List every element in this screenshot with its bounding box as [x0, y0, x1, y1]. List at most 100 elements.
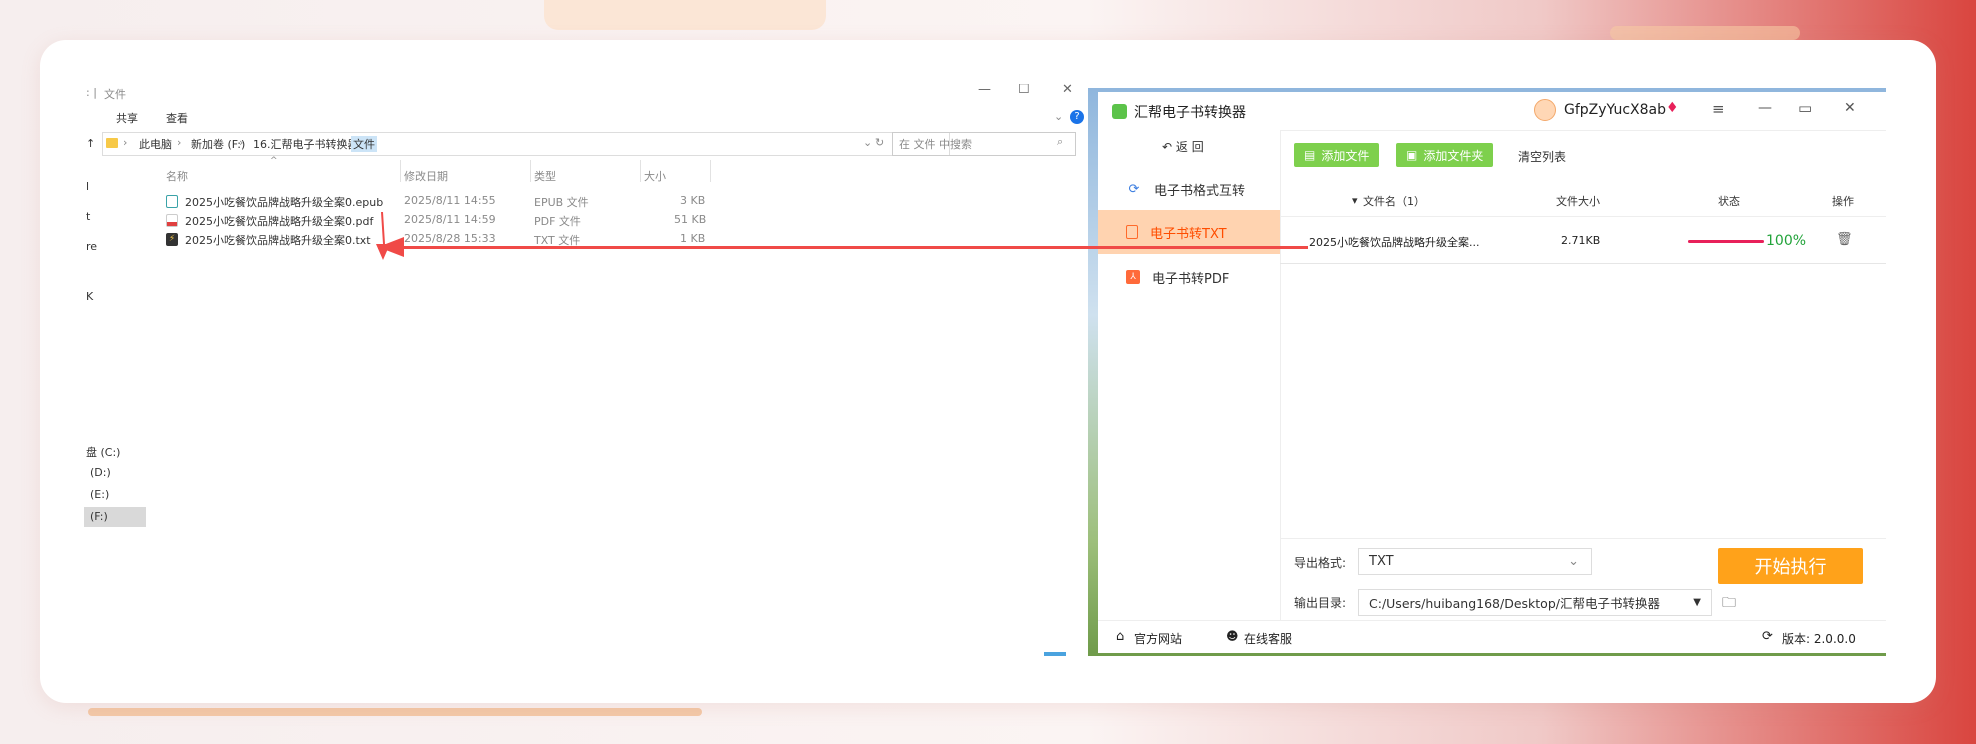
output-dir-label: 输出目录: — [1294, 596, 1347, 610]
decor-bottom — [88, 708, 702, 716]
sort-arrow-icon: ^ — [270, 156, 278, 166]
ribbon-view-tab[interactable]: 查看 — [166, 110, 188, 126]
row-filesize: 2.71KB — [1561, 234, 1601, 247]
app-footer: ⌂ 官方网站 ☻ 在线客服 ⟳ 版本: 2.0.0.0 — [1098, 620, 1886, 653]
file-name[interactable]: 2025小吃餐饮品牌战略升级全案0.epub — [185, 194, 383, 210]
close-icon[interactable]: ✕ — [1062, 84, 1073, 97]
sidebar-item-label: 电子书格式互转 — [1154, 183, 1246, 199]
file-size: 1 KB — [680, 232, 706, 245]
sidebar-item-format-convert[interactable]: ⟳ 电子书格式互转 — [1098, 167, 1280, 211]
folder-icon — [106, 138, 118, 148]
search-input[interactable]: 在 文件 中搜索 — [899, 136, 972, 152]
sort-down-icon[interactable]: ▾ — [1352, 194, 1358, 207]
help-icon[interactable]: ? — [1070, 110, 1084, 124]
column-size[interactable]: 大小 — [644, 168, 666, 184]
breadcrumb-sep-icon: › — [177, 136, 182, 149]
decor-top-right — [1610, 26, 1800, 40]
sidebar-item-label: 电子书转TXT — [1150, 226, 1227, 242]
vip-diamond-icon[interactable]: ♦ — [1666, 100, 1679, 116]
epub-file-icon — [166, 195, 178, 208]
clear-list-button[interactable]: 清空列表 — [1518, 148, 1566, 165]
refresh-icon[interactable]: ↻ — [875, 136, 884, 149]
ribbon-expand-icon[interactable]: ⌄ — [1054, 110, 1063, 123]
drive-d[interactable]: (D:) — [90, 466, 111, 479]
home-icon: ⌂ — [1116, 629, 1125, 644]
column-action: 操作 — [1832, 195, 1854, 208]
add-folder-label: 添加文件夹 — [1423, 148, 1484, 163]
column-divider — [640, 160, 641, 182]
progress-bar — [1688, 240, 1764, 243]
nav-pane-partial: t — [86, 210, 91, 223]
export-format-label: 导出格式: — [1294, 556, 1347, 570]
annotation-arrow-line — [378, 246, 1308, 249]
customer-service-icon: ☻ — [1226, 629, 1239, 643]
breadcrumb-item-folder[interactable]: 16.汇帮电子书转换器 — [253, 136, 359, 152]
column-divider — [400, 160, 401, 182]
column-date[interactable]: 修改日期 — [404, 168, 448, 184]
close-icon[interactable]: ✕ — [1844, 100, 1856, 116]
website-link[interactable]: 官方网站 — [1134, 630, 1182, 647]
update-icon[interactable]: ⟳ — [1762, 629, 1773, 644]
sidebar-item-label: 电子书转PDF — [1152, 271, 1230, 287]
annotation-arrow-head — [376, 211, 404, 260]
file-name[interactable]: 2025小吃餐饮品牌战略升级全案0.pdf — [185, 213, 373, 229]
up-arrow-icon[interactable]: ↑ — [86, 137, 95, 150]
maximize-icon[interactable]: ▭ — [1798, 99, 1812, 117]
customer-service-link[interactable]: 在线客服 — [1244, 630, 1292, 647]
progress-label: 100% — [1766, 233, 1807, 249]
document-icon — [1126, 225, 1138, 239]
column-divider — [710, 160, 711, 182]
breadcrumb-item-this-pc[interactable]: 此电脑 — [139, 136, 172, 152]
minimize-icon[interactable]: — — [1758, 100, 1772, 116]
refresh-icon: ⟳ — [1128, 181, 1140, 197]
back-button[interactable]: ↶ 返 回 — [1162, 138, 1204, 155]
chevron-down-icon[interactable]: ⌄ — [863, 136, 872, 149]
pdf-file-icon — [166, 214, 178, 227]
trash-icon[interactable]: 🗑 — [1836, 232, 1853, 247]
breadcrumb-item-drive[interactable]: 新加卷 (F:) — [191, 136, 245, 152]
username[interactable]: GfpZyYucX8ab — [1564, 102, 1666, 118]
nav-pane-partial: K — [86, 290, 94, 303]
open-folder-icon[interactable]: 🗀 — [1722, 592, 1736, 616]
divider — [1280, 538, 1886, 539]
back-arrow-icon: ↶ — [1162, 140, 1176, 154]
output-dir-select[interactable]: C:/Users/huibang168/Desktop/汇帮电子书转换器 ▼ — [1358, 589, 1712, 616]
file-explorer-window: : | 文件 — ☐ ✕ 共享 查看 ⌄ ? ↑ › 此电脑 › 新加卷 (F:… — [84, 84, 1088, 656]
breadcrumb-item-current[interactable]: 文件 — [351, 136, 377, 152]
column-filesize: 文件大小 — [1556, 195, 1600, 208]
caret-down-icon: ▼ — [1693, 597, 1701, 608]
breadcrumb-sep-icon: › — [337, 136, 342, 149]
export-format-value: TXT — [1369, 554, 1394, 569]
start-button[interactable]: 开始执行 — [1718, 548, 1863, 584]
add-file-button[interactable]: ▤ 添加文件 — [1294, 143, 1380, 167]
drive-c[interactable]: 盘 (C:) — [86, 444, 120, 460]
maximize-icon[interactable]: ☐ — [1018, 84, 1030, 97]
search-box[interactable]: 在 文件 中搜索 ⌕ — [892, 132, 1076, 156]
row-filename: 2025小吃餐饮品牌战略升级全案... — [1309, 236, 1480, 249]
column-filename[interactable]: 文件名（1） — [1363, 193, 1425, 209]
sidebar-item-to-pdf[interactable]: ⅄ 电子书转PDF — [1098, 255, 1280, 299]
drive-e[interactable]: (E:) — [90, 488, 109, 501]
column-type[interactable]: 类型 — [534, 168, 556, 184]
file-size: 3 KB — [680, 194, 706, 207]
ribbon-share-tab[interactable]: 共享 — [116, 110, 138, 126]
drive-f[interactable]: (F:) — [90, 510, 108, 523]
export-format-select[interactable]: TXT ⌄ — [1358, 548, 1592, 575]
nav-pane-partial: l — [86, 180, 90, 193]
chevron-down-icon: ⌄ — [1568, 554, 1579, 569]
minimize-icon[interactable]: — — [978, 84, 991, 97]
add-folder-icon: ▣ — [1406, 148, 1418, 162]
app-sidebar: ↶ 返 回 ⟳ 电子书格式互转 电子书转TXT ⅄ 电子书转PDF — [1098, 130, 1281, 620]
address-bar[interactable]: › 此电脑 › 新加卷 (F:) › 16.汇帮电子书转换器 › 文件 ⌄ ↻ — [102, 132, 950, 156]
app-logo-icon — [1112, 104, 1127, 119]
add-folder-button[interactable]: ▣ 添加文件夹 — [1396, 143, 1494, 167]
app-titlebar: 汇帮电子书转换器 GfpZyYucX8ab ♦ ≡ — ▭ ✕ — [1098, 92, 1886, 131]
search-icon[interactable]: ⌕ — [1057, 135, 1063, 149]
avatar[interactable] — [1534, 99, 1556, 121]
file-name[interactable]: 2025小吃餐饮品牌战略升级全案0.txt — [185, 232, 371, 248]
breadcrumb-sep-icon: › — [239, 136, 244, 149]
column-name[interactable]: 名称 — [166, 168, 188, 184]
file-type: EPUB 文件 — [534, 196, 589, 209]
menu-icon[interactable]: ≡ — [1712, 100, 1725, 118]
add-file-label: 添加文件 — [1321, 148, 1370, 163]
